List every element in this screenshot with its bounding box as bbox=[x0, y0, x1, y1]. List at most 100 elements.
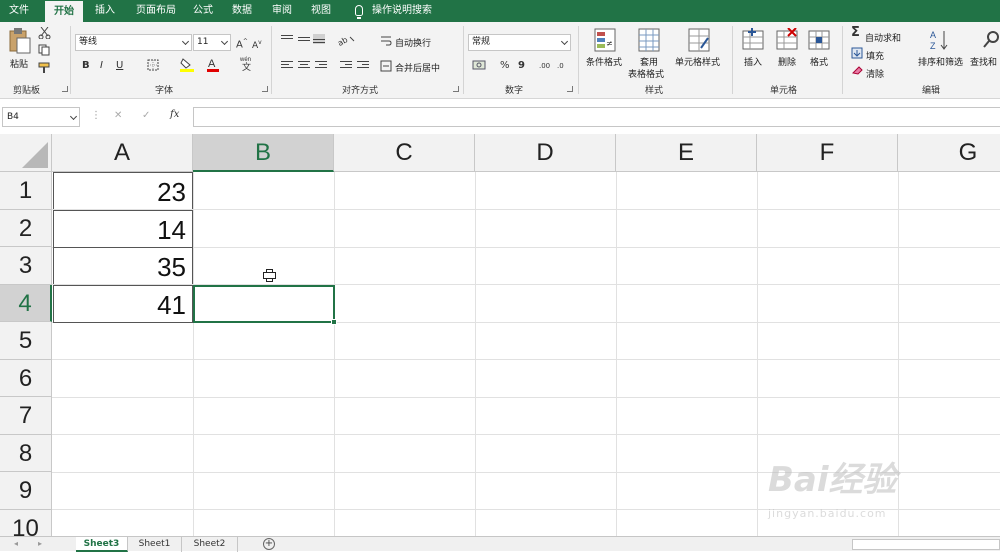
comma-button[interactable]: 9 bbox=[518, 60, 525, 72]
row-header-8[interactable]: 8 bbox=[0, 434, 52, 472]
grow-font-button[interactable]: A^ bbox=[236, 36, 248, 51]
row-header-7[interactable]: 7 bbox=[0, 397, 52, 435]
tab-home[interactable]: 开始 bbox=[45, 1, 83, 22]
add-sheet-icon[interactable]: + bbox=[263, 538, 275, 550]
conditional-format-icon[interactable]: ≠ bbox=[594, 28, 616, 52]
cell-a4[interactable]: 41 bbox=[53, 284, 193, 323]
font-name-dropdown[interactable]: 等线 bbox=[75, 34, 192, 51]
percent-button[interactable]: % bbox=[500, 60, 510, 72]
align-middle-icon[interactable] bbox=[298, 37, 310, 47]
clear-icon[interactable] bbox=[851, 65, 863, 75]
tab-insert[interactable]: 插入 bbox=[86, 0, 124, 22]
format-cells-icon[interactable] bbox=[808, 28, 830, 52]
clipboard-launcher-icon[interactable] bbox=[62, 86, 68, 92]
align-left-icon[interactable] bbox=[281, 61, 293, 71]
merge-center-icon[interactable] bbox=[380, 60, 392, 72]
font-color-icon[interactable]: A bbox=[207, 57, 219, 72]
format-painter-icon[interactable] bbox=[38, 62, 52, 74]
insert-cells-button[interactable]: 插入 bbox=[744, 55, 762, 68]
border-icon[interactable] bbox=[147, 59, 159, 71]
underline-button[interactable]: U bbox=[116, 60, 123, 72]
sort-filter-button[interactable]: 排序和筛选 bbox=[918, 55, 963, 68]
sheet-tab-sheet2[interactable]: Sheet2 bbox=[182, 537, 238, 552]
scroll-right-icon[interactable]: ▸ bbox=[38, 538, 42, 550]
copy-icon[interactable] bbox=[38, 44, 58, 56]
fill-down-icon[interactable] bbox=[851, 47, 863, 59]
fill-color-icon[interactable] bbox=[180, 57, 194, 72]
column-header-e[interactable]: E bbox=[616, 134, 757, 172]
row-header-5[interactable]: 5 bbox=[0, 322, 52, 360]
autosum-icon[interactable]: Σ bbox=[851, 26, 860, 39]
cell-a1[interactable]: 23 bbox=[53, 172, 193, 209]
row-header-1[interactable]: 1 bbox=[0, 172, 52, 210]
row-header-9[interactable]: 9 bbox=[0, 472, 52, 510]
decrease-indent-icon[interactable] bbox=[340, 61, 352, 71]
increase-indent-icon[interactable] bbox=[357, 61, 369, 71]
fill-handle[interactable] bbox=[331, 319, 337, 325]
cell-a3[interactable]: 35 bbox=[53, 247, 193, 284]
formula-input[interactable] bbox=[193, 107, 1000, 127]
column-header-b[interactable]: B bbox=[193, 134, 334, 172]
scroll-left-icon[interactable]: ◂ bbox=[14, 538, 18, 550]
number-format-dropdown[interactable]: 常规 bbox=[468, 34, 571, 51]
tab-data[interactable]: 数据 bbox=[224, 0, 260, 22]
select-all-button[interactable] bbox=[0, 134, 52, 172]
cancel-icon[interactable]: ✕ bbox=[114, 110, 122, 122]
bold-button[interactable]: B bbox=[82, 60, 90, 72]
tab-view[interactable]: 视图 bbox=[303, 0, 339, 22]
row-header-10[interactable]: 10 bbox=[0, 509, 52, 537]
align-center-icon[interactable] bbox=[298, 61, 310, 71]
autosum-button[interactable]: 自动求和 bbox=[865, 31, 901, 44]
align-top-icon[interactable] bbox=[281, 35, 293, 45]
format-as-table-icon[interactable] bbox=[638, 28, 660, 52]
align-right-icon[interactable] bbox=[315, 61, 327, 71]
wrap-text-button[interactable]: 自动换行 bbox=[395, 36, 431, 49]
cell-styles-button[interactable]: 单元格样式 bbox=[675, 55, 720, 68]
column-header-g[interactable]: G bbox=[898, 134, 1000, 172]
tell-me-search[interactable]: 操作说明搜索 bbox=[370, 0, 434, 22]
merge-center-button[interactable]: 合并后居中 bbox=[395, 61, 440, 74]
currency-icon[interactable] bbox=[472, 59, 486, 71]
cut-icon[interactable] bbox=[38, 27, 52, 39]
conditional-format-button[interactable]: 条件格式 bbox=[586, 55, 622, 68]
increase-decimal-button[interactable]: .00 bbox=[539, 60, 550, 72]
row-header-3[interactable]: 3 bbox=[0, 247, 52, 285]
sort-filter-icon[interactable]: AZ bbox=[930, 28, 952, 52]
sheet-tab-sheet3[interactable]: Sheet3 bbox=[76, 537, 128, 552]
paste-icon[interactable] bbox=[8, 27, 32, 55]
name-box[interactable]: B4 bbox=[2, 107, 80, 127]
column-header-f[interactable]: F bbox=[757, 134, 898, 172]
font-size-dropdown[interactable]: 11 bbox=[193, 34, 231, 51]
row-header-4[interactable]: 4 bbox=[0, 284, 52, 322]
tab-review[interactable]: 审阅 bbox=[264, 0, 300, 22]
shrink-font-button[interactable]: Av bbox=[252, 37, 262, 52]
orientation-icon[interactable]: ab bbox=[338, 34, 356, 46]
find-select-button[interactable]: 查找和 bbox=[970, 55, 997, 68]
find-select-icon[interactable] bbox=[983, 30, 1000, 50]
align-bottom-icon[interactable] bbox=[313, 34, 325, 44]
delete-cells-button[interactable]: 删除 bbox=[778, 55, 796, 68]
tab-file[interactable]: 文件 bbox=[0, 0, 38, 22]
number-launcher-icon[interactable] bbox=[567, 86, 573, 92]
alignment-launcher-icon[interactable] bbox=[453, 86, 459, 92]
clear-button[interactable]: 清除 bbox=[866, 67, 884, 80]
font-launcher-icon[interactable] bbox=[262, 86, 268, 92]
fill-button[interactable]: 填充 bbox=[866, 49, 884, 62]
sheet-tab-sheet1[interactable]: Sheet1 bbox=[128, 537, 182, 552]
tab-formulas[interactable]: 公式 bbox=[186, 0, 220, 22]
horizontal-scrollbar[interactable] bbox=[852, 539, 1000, 550]
row-header-6[interactable]: 6 bbox=[0, 359, 52, 397]
wrap-text-icon[interactable] bbox=[380, 35, 392, 47]
format-as-table-label-2[interactable]: 表格格式 bbox=[628, 67, 664, 80]
tab-page-layout[interactable]: 页面布局 bbox=[130, 0, 182, 22]
row-header-2[interactable]: 2 bbox=[0, 209, 52, 247]
cell-a2[interactable]: 14 bbox=[53, 209, 193, 247]
cell-styles-icon[interactable] bbox=[688, 28, 710, 52]
insert-function-button[interactable]: fx bbox=[170, 109, 179, 121]
insert-cells-icon[interactable] bbox=[742, 28, 764, 52]
column-header-a[interactable]: A bbox=[52, 134, 193, 172]
paste-button[interactable]: 粘贴 bbox=[10, 57, 28, 70]
italic-button[interactable]: I bbox=[100, 60, 103, 72]
delete-cells-icon[interactable] bbox=[776, 28, 798, 52]
active-cell-b4[interactable] bbox=[193, 285, 337, 325]
